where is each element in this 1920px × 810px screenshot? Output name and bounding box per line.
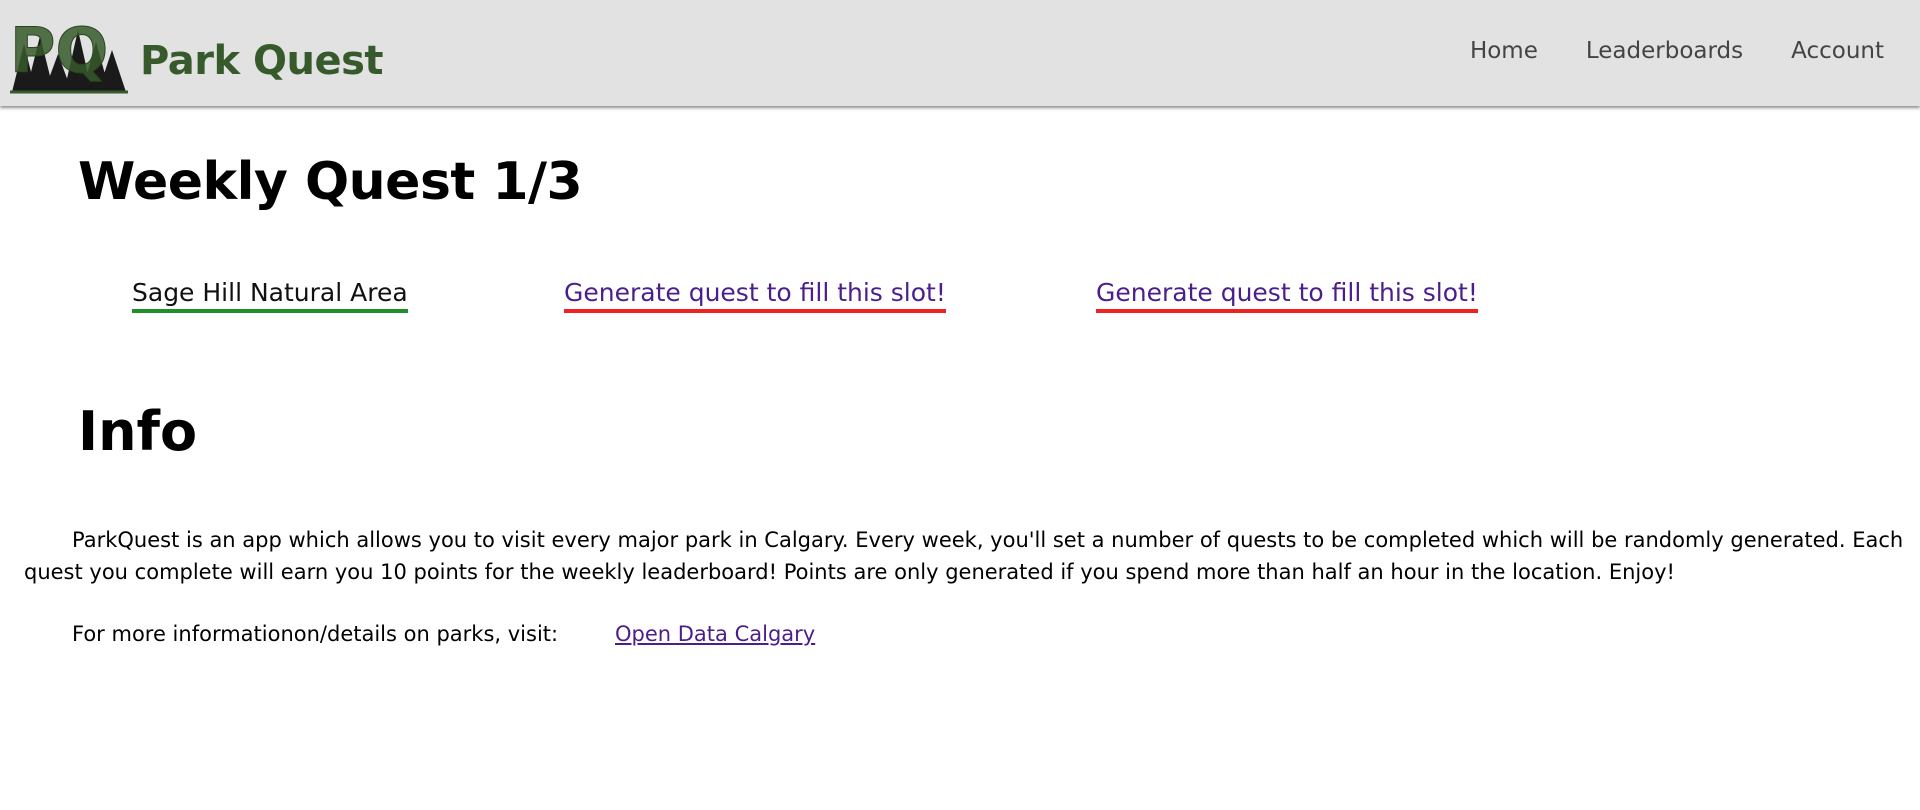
quest-slot-3-generate-link[interactable]: Generate quest to fill this slot!	[1096, 278, 1478, 313]
top-navbar: PQ Park Quest Home Leaderboards Account	[0, 0, 1920, 106]
logo-letters: PQ	[10, 14, 108, 87]
nav-account-link[interactable]: Account	[1791, 38, 1884, 64]
open-data-calgary-link[interactable]: Open Data Calgary	[615, 622, 815, 646]
pine-trees-logo-icon: PQ	[8, 14, 130, 94]
nav-home-link[interactable]: Home	[1470, 38, 1538, 64]
quest-slot-2-generate-link[interactable]: Generate quest to fill this slot!	[564, 278, 946, 313]
nav-links: Home Leaderboards Account	[1470, 38, 1884, 64]
logo[interactable]: PQ Park Quest	[8, 14, 384, 94]
more-info-label: For more informationon/details on parks,…	[72, 622, 559, 646]
info-paragraph: ParkQuest is an app which allows you to …	[24, 528, 1904, 584]
info-heading: Info	[78, 400, 198, 463]
brand-name[interactable]: Park Quest	[140, 38, 384, 84]
weekly-quest-heading: Weekly Quest 1/3	[78, 152, 583, 212]
nav-leaderboards-link[interactable]: Leaderboards	[1586, 38, 1743, 64]
quest-slot-1-link[interactable]: Sage Hill Natural Area	[132, 278, 408, 313]
